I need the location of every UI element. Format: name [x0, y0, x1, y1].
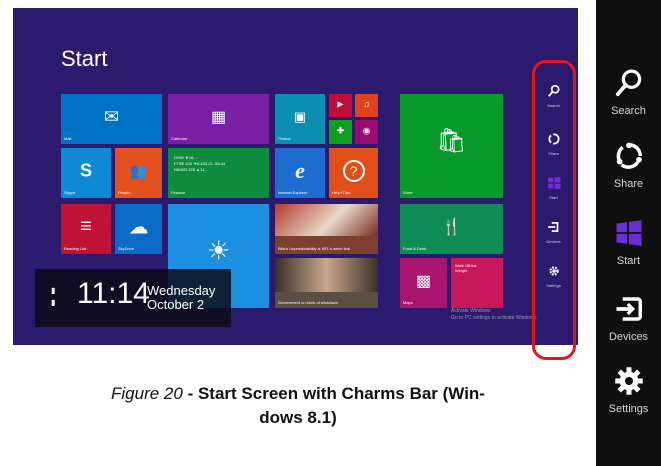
- figure-number: Figure 20: [111, 384, 183, 403]
- charm-label: Start: [616, 255, 641, 267]
- tile-photos[interactable]: ▣ Photos: [275, 94, 325, 144]
- store-bag-icon: 🛍: [436, 127, 467, 155]
- caption-line-1: Figure 20 - Start Screen with Charms Bar…: [0, 382, 596, 406]
- charm-label: Settings: [608, 403, 649, 415]
- video-icon: ▶: [337, 99, 344, 109]
- news-photo: [275, 258, 378, 292]
- headphones-icon: ♫: [363, 99, 370, 110]
- network-battery-icon: ▮ ▮: [51, 286, 56, 307]
- tile-label: Food & Drink: [403, 246, 427, 251]
- clock-date: Wednesday October 2: [147, 284, 215, 312]
- tile-finance[interactable]: DOW ▼15,... FTSE 100 ▼6,432.22 -55.44 NI…: [168, 148, 269, 198]
- camera-icon: ◉: [362, 125, 371, 136]
- search-icon: [615, 69, 641, 97]
- tile-sports[interactable]: Bills's Unpredictability is NFL's weird …: [275, 204, 378, 254]
- tile-label: SkyDrive: [118, 246, 135, 251]
- clock-day: Wednesday: [147, 283, 216, 298]
- tile-food-drink[interactable]: 🍴 Food & Drink: [400, 204, 503, 254]
- tile-label: Calendar: [171, 136, 188, 141]
- tile-internet-explorer[interactable]: e Internet Explorer: [275, 148, 325, 198]
- tile-games[interactable]: ✚: [329, 120, 352, 144]
- clock-month-day: October 2: [147, 297, 205, 312]
- tile-mail[interactable]: ✉ Mail: [61, 94, 162, 144]
- charm-search[interactable]: Search: [596, 68, 661, 117]
- map-icon: ▩: [415, 272, 432, 290]
- caption-text-continued: dows 8.1): [259, 408, 337, 427]
- watermark-line: Go to PC settings to activate Windows.: [451, 315, 538, 321]
- reading-list-icon: ≡: [80, 215, 92, 237]
- charm-label: Share: [613, 178, 644, 190]
- help-icon: ?: [342, 159, 365, 182]
- tile-help-tips[interactable]: ? Help+Tips: [329, 148, 378, 198]
- charm-label: Search: [611, 105, 646, 117]
- tile-store[interactable]: 🛍 Store: [400, 94, 503, 198]
- charm-devices[interactable]: Devices: [596, 294, 661, 343]
- tile-skype[interactable]: S Skype: [61, 148, 111, 198]
- figure-caption: Figure 20 - Start Screen with Charms Bar…: [0, 382, 596, 430]
- tile-label: Walk Off the Weight: [455, 263, 477, 273]
- tile-label: Government on brink of shutdown: [278, 300, 339, 305]
- people-icon: 👥: [129, 162, 148, 178]
- windows-start-icon: [616, 220, 641, 246]
- mail-icon: ✉: [103, 106, 120, 126]
- caption-separator: -: [182, 384, 198, 403]
- tile-news[interactable]: Government on brink of shutdown: [275, 258, 378, 308]
- tile-label: Bills's Unpredictability is NFL's weird …: [278, 246, 350, 251]
- tile-video[interactable]: ▶: [329, 94, 352, 117]
- charm-settings[interactable]: Settings: [596, 366, 661, 415]
- tile-label: Reading List: [64, 246, 87, 251]
- photos-icon: ▣: [293, 108, 307, 124]
- watermark-line: Activate Windows: [451, 308, 491, 314]
- tile-label: Skype: [64, 190, 76, 195]
- ticker-line: NIKKEI 225 ▲14,...: [174, 167, 209, 172]
- sports-photo: [275, 204, 378, 236]
- charms-highlight-ring: [532, 60, 576, 360]
- skype-icon: S: [79, 160, 93, 180]
- tile-walk-off-weight[interactable]: Walk Off the Weight: [451, 258, 503, 308]
- clock-time: 11:14: [77, 277, 150, 310]
- settings-gear-icon: [614, 367, 643, 395]
- caption-text: Start Screen with Charms Bar (Win-: [197, 384, 485, 403]
- tile-reading-list[interactable]: ≡ Reading List: [61, 204, 111, 254]
- tile-label: Help+Tips: [332, 190, 350, 195]
- start-screen: Start ✉ Mail ▦ Calendar ▣ Photos ▶ ♫ ✚ ◉…: [13, 8, 578, 345]
- tile-label: Finance: [171, 190, 186, 195]
- tile-label: Mail: [64, 136, 72, 141]
- charm-start[interactable]: Start: [596, 218, 661, 267]
- calendar-icon: ▦: [210, 108, 227, 126]
- tile-label: Maps: [403, 300, 413, 305]
- gamepad-icon: ✚: [336, 125, 345, 136]
- fork-knife-icon: 🍴: [441, 218, 462, 236]
- tile-label: Internet Explorer: [278, 190, 308, 195]
- tile-calendar[interactable]: ▦ Calendar: [168, 94, 269, 144]
- cloud-icon: ☁: [128, 216, 149, 238]
- lock-clock-overlay: ▮ ▮ 11:14 Wednesday October 2: [35, 269, 231, 327]
- tile-people[interactable]: 👥 People: [115, 148, 162, 198]
- devices-icon: [616, 297, 642, 321]
- tile-camera[interactable]: ◉: [355, 120, 378, 144]
- share-icon: [616, 142, 642, 169]
- sun-icon: ☀: [206, 235, 231, 266]
- tile-skydrive[interactable]: ☁ SkyDrive: [115, 204, 162, 254]
- tile-music[interactable]: ♫: [355, 94, 378, 117]
- tile-label: People: [118, 190, 131, 195]
- tile-label: Store: [403, 190, 413, 195]
- tile-label: Photos: [278, 136, 291, 141]
- internet-explorer-icon: e: [295, 157, 305, 183]
- charms-bar: Search Share Start Devices Settings: [596, 0, 661, 466]
- charm-share[interactable]: Share: [596, 141, 661, 190]
- tile-maps[interactable]: ▩ Maps: [400, 258, 447, 308]
- charm-label: Devices: [608, 331, 649, 343]
- activation-watermark: Activate Windows Go to PC settings to ac…: [451, 308, 537, 322]
- start-title: Start: [61, 46, 108, 71]
- finance-ticker: DOW ▼15,... FTSE 100 ▼6,432.22 -55.44 NI…: [174, 155, 225, 173]
